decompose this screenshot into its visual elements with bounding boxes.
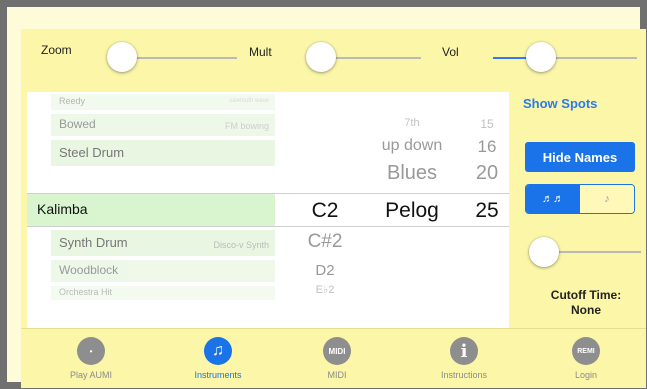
list-item[interactable]: Orchestra Hit <box>51 286 275 300</box>
tab-play-aumi[interactable]: • Play AUMI <box>41 329 141 389</box>
vol-label: Vol <box>442 45 459 59</box>
cutoff-time: Cutoff Time: None <box>531 288 641 318</box>
cutoff-slider-thumb[interactable] <box>529 237 559 267</box>
note-item[interactable]: C#2 <box>295 231 355 253</box>
zoom-slider-thumb[interactable] <box>107 42 137 72</box>
number-item[interactable]: 20 <box>467 162 507 185</box>
instrument-column[interactable]: Reedy sawtooth wave Bowed FM bowing Stee… <box>27 92 297 328</box>
play-aumi-icon: • <box>77 337 105 365</box>
note-mode-segmented-control[interactable]: ♬♬ ♪ <box>525 184 635 214</box>
top-slider-bar: Zoom Mult Vol <box>21 29 646 91</box>
tab-instruments[interactable]: ♫ Instruments <box>168 329 268 389</box>
tab-midi[interactable]: MIDI MIDI <box>287 329 387 389</box>
tab-bar: • Play AUMI ♫ Instruments MIDI MIDI i In… <box>21 328 646 388</box>
list-item[interactable]: Woodblock <box>51 260 275 282</box>
list-item[interactable]: Synth Drum Disco-v Synth <box>51 230 275 256</box>
cutoff-label: Cutoff Time: <box>550 288 622 302</box>
note-item[interactable]: D2 <box>295 262 355 279</box>
list-item[interactable]: Reedy sawtooth wave <box>51 94 275 110</box>
number-item[interactable]: 15 <box>467 117 507 131</box>
app-content: Zoom Mult Vol Reedy sawtooth wave Bowed … <box>21 29 646 388</box>
seg-multi-note[interactable]: ♬♬ <box>526 185 580 213</box>
number-item[interactable]: 16 <box>467 137 507 157</box>
scale-item[interactable]: Pelog <box>357 199 467 223</box>
scale-item[interactable]: Blues <box>357 162 467 185</box>
tab-login[interactable]: REMI Login <box>536 329 636 389</box>
note-item[interactable]: C2 <box>295 199 355 223</box>
tab-instructions[interactable]: i Instructions <box>414 329 514 389</box>
list-item[interactable]: Steel Drum <box>51 140 275 166</box>
number-item[interactable]: 25 <box>467 199 507 223</box>
scale-item[interactable]: 7th <box>357 117 467 129</box>
vol-slider-thumb[interactable] <box>526 42 556 72</box>
zoom-label: Zoom <box>41 43 72 57</box>
list-item[interactable]: Bowed FM bowing <box>51 114 275 136</box>
show-spots-button[interactable]: Show Spots <box>523 96 597 111</box>
note-item[interactable]: E♭2 <box>295 283 355 296</box>
hide-names-button[interactable]: Hide Names <box>525 142 635 172</box>
app-frame: Zoom Mult Vol Reedy sawtooth wave Bowed … <box>0 0 647 389</box>
remi-icon: REMI <box>572 337 600 365</box>
cutoff-value: None <box>571 303 601 317</box>
right-panel: Show Spots Hide Names ♬♬ ♪ Cutoff Time: … <box>511 92 646 328</box>
seg-single-note[interactable]: ♪ <box>580 185 634 213</box>
music-note-icon: ♫ <box>204 337 232 365</box>
info-icon: i <box>450 337 478 365</box>
vol-slider[interactable] <box>493 57 637 59</box>
mult-slider-thumb[interactable] <box>306 42 336 72</box>
instrument-picker[interactable]: Reedy sawtooth wave Bowed FM bowing Stee… <box>27 92 509 328</box>
scale-item[interactable]: up down <box>357 137 467 155</box>
mult-label: Mult <box>249 45 272 59</box>
midi-icon: MIDI <box>323 337 351 365</box>
selected-instrument[interactable]: Kalimba <box>27 194 275 226</box>
